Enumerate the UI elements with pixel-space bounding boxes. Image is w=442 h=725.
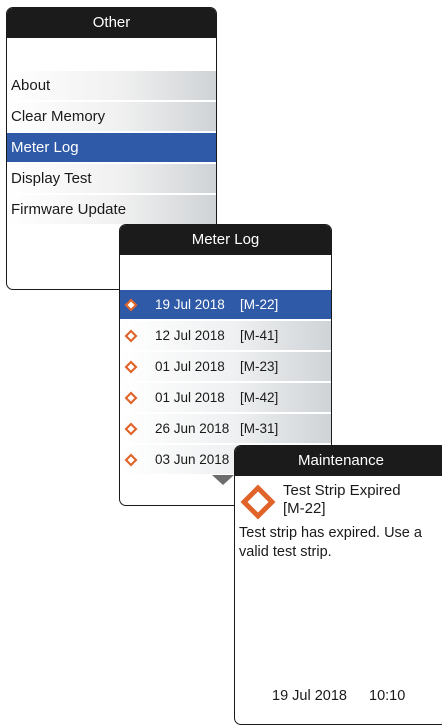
warning-diamond-icon — [124, 298, 138, 312]
menu-item-about[interactable]: About — [7, 70, 216, 100]
message-date: 19 Jul 2018 — [272, 688, 347, 704]
menu-item-clear-memory[interactable]: Clear Memory — [7, 101, 216, 131]
menu-item-display-test[interactable]: Display Test — [7, 163, 216, 193]
menu-item-label: Display Test — [11, 170, 92, 187]
log-entry-date: 01 Jul 2018 — [155, 359, 225, 374]
log-entry-date: 12 Jul 2018 — [155, 328, 225, 343]
maintenance-screen: Maintenance Test Strip Expired [M-22] Te… — [234, 445, 442, 725]
log-entry[interactable]: 01 Jul 2018 [M-42] — [120, 382, 331, 412]
log-entry-date: 26 Jun 2018 — [155, 421, 230, 436]
log-entry-code: [M-42] — [240, 390, 279, 405]
log-entry-code: [M-41] — [240, 328, 279, 343]
log-entry-code: [M-31] — [240, 421, 279, 436]
log-entry-date: 19 Jul 2018 — [155, 297, 225, 312]
log-entry-date: 03 Jun 2018 — [155, 452, 230, 467]
other-screen-header: Other — [7, 8, 216, 38]
warning-diamond-icon — [240, 484, 276, 520]
warning-diamond-icon — [124, 422, 138, 436]
message-title: Test Strip Expired [M-22] — [283, 482, 401, 518]
warning-diamond-icon — [124, 329, 138, 343]
menu-item-meter-log[interactable]: Meter Log — [7, 132, 216, 162]
log-entry[interactable]: 12 Jul 2018 [M-41] — [120, 320, 331, 350]
message-body: Test strip has expired. Use a valid test… — [239, 525, 422, 560]
warning-diamond-icon — [124, 453, 138, 467]
log-entry[interactable]: 26 Jun 2018 [M-31] — [120, 413, 331, 443]
menu-item-label: Meter Log — [11, 139, 79, 156]
menu-item-label: About — [11, 77, 51, 94]
message-time: 10:10 — [369, 688, 406, 704]
log-entry-date: 01 Jul 2018 — [155, 390, 225, 405]
log-entry[interactable]: 01 Jul 2018 [M-23] — [120, 351, 331, 381]
log-entry-code: [M-23] — [240, 359, 279, 374]
menu-item-label: Clear Memory — [11, 108, 106, 125]
maintenance-screen-header: Maintenance — [235, 446, 442, 476]
menu-item-firmware-update[interactable]: Firmware Update — [7, 194, 216, 224]
triangle-down-icon — [212, 475, 234, 485]
warning-diamond-icon — [124, 360, 138, 374]
message-title-line: Test Strip Expired — [283, 482, 401, 499]
menu-item-label: Firmware Update — [11, 201, 127, 218]
log-entry[interactable]: 19 Jul 2018 [M-22] — [120, 289, 331, 319]
warning-diamond-icon — [124, 391, 138, 405]
meter-log-screen-header: Meter Log — [120, 225, 331, 255]
log-entry-code: [M-22] — [240, 297, 279, 312]
message-code: [M-22] — [283, 500, 326, 517]
